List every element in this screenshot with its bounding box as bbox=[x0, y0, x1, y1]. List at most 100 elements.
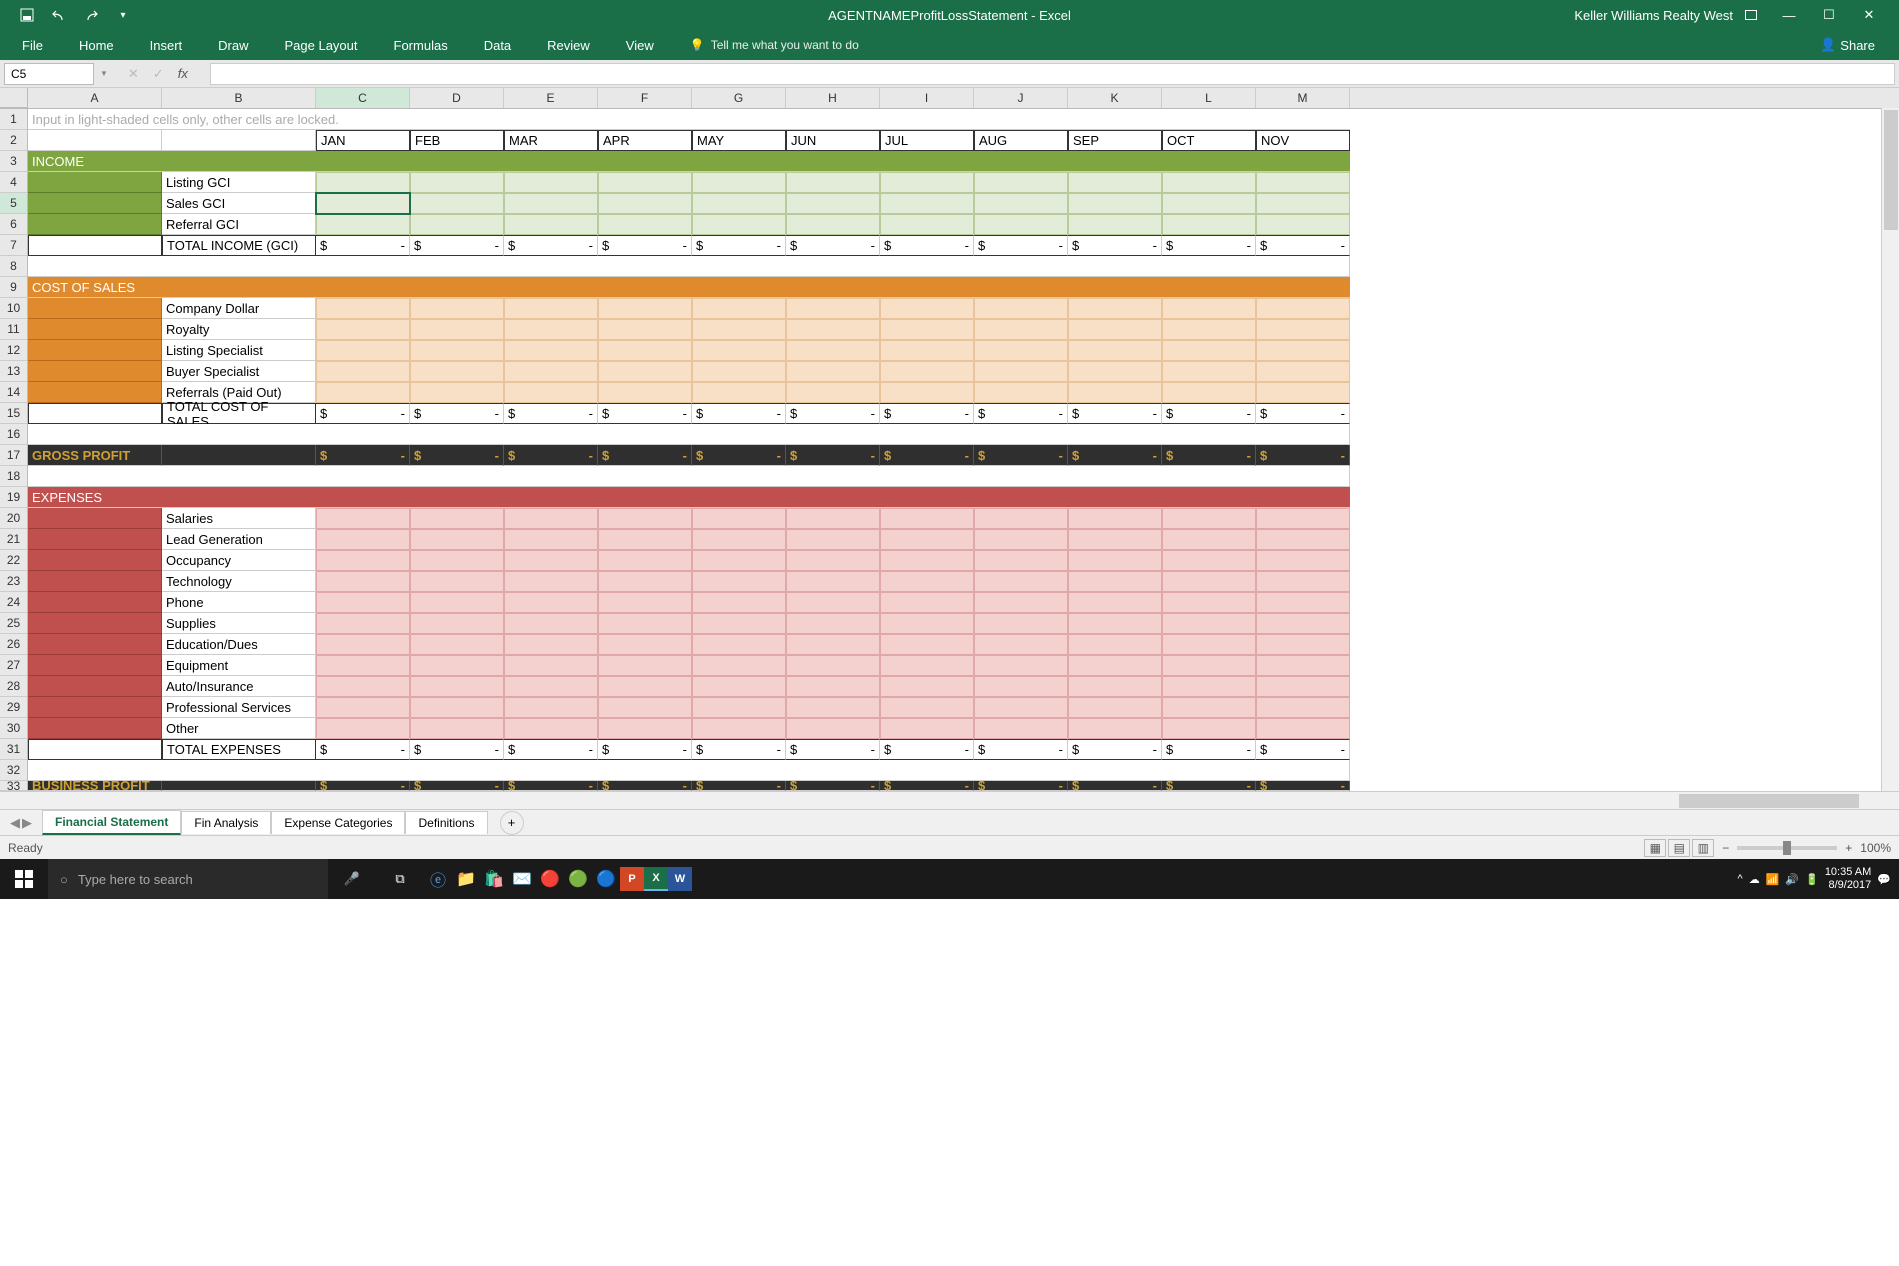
cell[interactable] bbox=[974, 676, 1068, 697]
cell[interactable] bbox=[1256, 529, 1350, 550]
file-explorer-icon[interactable]: 📁 bbox=[452, 865, 480, 893]
cell[interactable] bbox=[880, 193, 974, 214]
cell[interactable] bbox=[692, 529, 786, 550]
sheet-tab[interactable]: Financial Statement bbox=[42, 810, 181, 835]
vertical-scrollbar[interactable] bbox=[1881, 108, 1899, 791]
row-label[interactable]: Listing Specialist bbox=[162, 340, 316, 361]
cell[interactable] bbox=[598, 340, 692, 361]
cell[interactable] bbox=[598, 676, 692, 697]
tab-home[interactable]: Home bbox=[61, 30, 132, 60]
cell[interactable] bbox=[316, 697, 410, 718]
cell[interactable] bbox=[410, 298, 504, 319]
cell[interactable] bbox=[1162, 172, 1256, 193]
cell[interactable] bbox=[880, 571, 974, 592]
cell[interactable] bbox=[598, 382, 692, 403]
cell[interactable] bbox=[692, 718, 786, 739]
row-label[interactable]: Auto/Insurance bbox=[162, 676, 316, 697]
cell[interactable] bbox=[410, 172, 504, 193]
cell[interactable] bbox=[1162, 592, 1256, 613]
cell[interactable] bbox=[28, 466, 1350, 487]
month-header[interactable]: OCT bbox=[1162, 130, 1256, 151]
zoom-level[interactable]: 100% bbox=[1860, 841, 1891, 855]
cell[interactable] bbox=[598, 529, 692, 550]
cell[interactable] bbox=[1162, 655, 1256, 676]
cell[interactable] bbox=[692, 193, 786, 214]
cell[interactable]: $- bbox=[1068, 403, 1162, 424]
row-label[interactable]: Technology bbox=[162, 571, 316, 592]
cell[interactable] bbox=[880, 676, 974, 697]
cell[interactable] bbox=[1162, 697, 1256, 718]
cell[interactable]: $- bbox=[598, 403, 692, 424]
cell[interactable] bbox=[504, 298, 598, 319]
cell[interactable] bbox=[1068, 697, 1162, 718]
cell[interactable] bbox=[598, 634, 692, 655]
cell[interactable]: $- bbox=[504, 403, 598, 424]
cell[interactable] bbox=[316, 172, 410, 193]
battery-icon[interactable]: 🔋 bbox=[1805, 873, 1819, 886]
row-label[interactable]: Professional Services bbox=[162, 697, 316, 718]
cell[interactable] bbox=[880, 508, 974, 529]
cell[interactable] bbox=[1068, 550, 1162, 571]
zoom-out-button[interactable]: − bbox=[1722, 841, 1729, 855]
cell[interactable] bbox=[1162, 529, 1256, 550]
row-header[interactable]: 20 bbox=[0, 508, 28, 529]
cell[interactable] bbox=[316, 592, 410, 613]
cell[interactable] bbox=[974, 382, 1068, 403]
cell[interactable] bbox=[786, 676, 880, 697]
cell[interactable]: $- bbox=[504, 739, 598, 760]
zoom-slider[interactable] bbox=[1737, 846, 1837, 850]
cell[interactable] bbox=[974, 634, 1068, 655]
cell[interactable] bbox=[1068, 361, 1162, 382]
cell[interactable] bbox=[1068, 340, 1162, 361]
share-button[interactable]: 👤 Share bbox=[1820, 37, 1895, 53]
cell[interactable] bbox=[410, 340, 504, 361]
cell[interactable] bbox=[410, 319, 504, 340]
cell[interactable]: $- bbox=[1256, 739, 1350, 760]
cell[interactable] bbox=[1256, 382, 1350, 403]
volume-icon[interactable]: 🔊 bbox=[1785, 873, 1799, 886]
row-header[interactable]: 28 bbox=[0, 676, 28, 697]
cell[interactable] bbox=[410, 676, 504, 697]
cell[interactable] bbox=[692, 382, 786, 403]
normal-view-icon[interactable]: ▦ bbox=[1644, 839, 1666, 857]
cell[interactable] bbox=[410, 718, 504, 739]
name-box-dropdown-icon[interactable]: ▼ bbox=[94, 69, 114, 78]
cell[interactable] bbox=[786, 697, 880, 718]
month-header[interactable]: MAR bbox=[504, 130, 598, 151]
onedrive-icon[interactable]: ☁ bbox=[1749, 873, 1760, 886]
row-header[interactable]: 29 bbox=[0, 697, 28, 718]
row-header[interactable]: 22 bbox=[0, 550, 28, 571]
app-icon[interactable]: 🟢 bbox=[564, 865, 592, 893]
cell[interactable]: $- bbox=[598, 739, 692, 760]
sheet-tab[interactable]: Fin Analysis bbox=[181, 811, 271, 834]
cell[interactable] bbox=[1256, 676, 1350, 697]
cell[interactable] bbox=[880, 529, 974, 550]
row-label[interactable]: Equipment bbox=[162, 655, 316, 676]
month-header[interactable]: SEP bbox=[1068, 130, 1162, 151]
row-label[interactable]: Salaries bbox=[162, 508, 316, 529]
cell[interactable] bbox=[1068, 529, 1162, 550]
cell[interactable] bbox=[598, 592, 692, 613]
cell[interactable]: $- bbox=[974, 739, 1068, 760]
edge-icon[interactable]: ⓔ bbox=[424, 865, 452, 893]
cell[interactable] bbox=[1068, 172, 1162, 193]
row-header[interactable]: 13 bbox=[0, 361, 28, 382]
cell[interactable] bbox=[410, 592, 504, 613]
cell[interactable] bbox=[1162, 676, 1256, 697]
cell[interactable] bbox=[598, 319, 692, 340]
save-icon[interactable] bbox=[20, 8, 34, 22]
cell[interactable] bbox=[786, 508, 880, 529]
zoom-in-button[interactable]: + bbox=[1845, 841, 1852, 855]
cell[interactable] bbox=[1256, 508, 1350, 529]
cell[interactable] bbox=[410, 508, 504, 529]
cell[interactable] bbox=[1256, 298, 1350, 319]
notifications-icon[interactable]: 💬 bbox=[1877, 873, 1891, 886]
ribbon-display-icon[interactable] bbox=[1745, 10, 1757, 20]
cell[interactable]: $- bbox=[1068, 235, 1162, 256]
row-label[interactable]: Education/Dues bbox=[162, 634, 316, 655]
cell[interactable] bbox=[316, 571, 410, 592]
row-header[interactable]: 27 bbox=[0, 655, 28, 676]
cell[interactable] bbox=[880, 550, 974, 571]
col-header[interactable]: B bbox=[162, 88, 316, 108]
cell[interactable] bbox=[786, 613, 880, 634]
